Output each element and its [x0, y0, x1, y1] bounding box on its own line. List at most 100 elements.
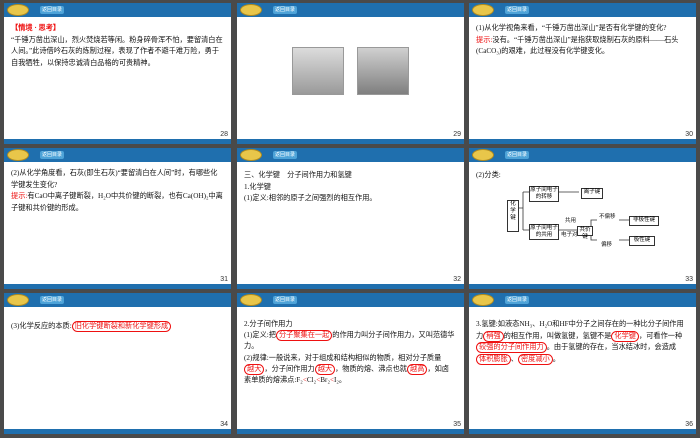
slide-29[interactable]: 返回目录 29 — [237, 3, 464, 144]
slide-text: 3.氢键:如液态NH₃、H₂O和HF中分子之间存在的一种比分子间作用力 稍强 的相互… — [476, 320, 684, 365]
section-title: 三、化学键 分子间作用力和氢键 — [244, 171, 352, 179]
answer-blank: 越大 — [244, 363, 265, 375]
rule-part: ，分子间作用力 — [264, 364, 315, 373]
back-to-contents-button[interactable]: 返回目录 — [505, 296, 529, 304]
slide-30[interactable]: 返回目录 (1)从化学视角来看，“千锤万凿出深山”是否有化学键的变化? 提示:没… — [469, 3, 696, 144]
slide-31[interactable]: 返回目录 (2)从化学角度看，石灰(即生石灰)“要留清白在人间”时，有哪些化学键… — [4, 148, 231, 289]
logo-icon — [240, 294, 262, 306]
page-number: 32 — [453, 276, 461, 283]
back-to-contents-button[interactable]: 返回目录 — [505, 6, 529, 14]
electron-pair-label: 电子对 — [561, 232, 578, 238]
page-number: 36 — [685, 421, 693, 428]
subsection-title: 1.化学键 — [244, 182, 271, 191]
slide-33[interactable]: 返回目录 (2)分类: 化学键 原子间电子的转移 离子键 原子间电子的共用 共用… — [469, 148, 696, 289]
answer-blank: 旧化学键断裂和新化学键形成 — [71, 321, 172, 332]
halogen-example: I₂。 — [334, 376, 347, 385]
back-to-contents-button[interactable]: 返回目录 — [40, 6, 64, 14]
hydrogen-bond-text: 。 — [552, 354, 560, 363]
polar-bond-box: 极性键 — [629, 236, 655, 246]
slide-footer — [469, 284, 696, 289]
polar-condition-label: 偏移 — [601, 242, 613, 248]
illustration-image — [357, 47, 409, 95]
page-number: 33 — [685, 276, 693, 283]
halogen-example: Br₂ — [320, 376, 330, 385]
page-number: 29 — [453, 131, 461, 138]
slide-footer — [4, 284, 231, 289]
rule-part: (2)规律:一般说来，对于组成和结构相似的物质，相对分子质量 — [244, 353, 442, 362]
covalent-bond-box: 共价键 — [577, 226, 593, 240]
slide-28[interactable]: 返回目录 【情境 · 思考】 “千锤万凿出深山，烈火焚烧若等闲。粉身碎骨浑不怕，… — [4, 3, 231, 144]
page-number: 35 — [453, 421, 461, 428]
answer-blank: 稍强 — [483, 330, 504, 342]
shared-label: 共用 — [565, 218, 577, 224]
slide-text: (1)从化学视角来看，“千锤万凿出深山”是否有化学键的变化? 提示:没有。“千锤… — [476, 23, 688, 58]
back-to-contents-button[interactable]: 返回目录 — [273, 151, 297, 159]
answer-blank: 分子聚集在一起 — [275, 330, 333, 342]
slide-text: 【情境 · 思考】 “千锤万凿出深山，烈火焚烧若等闲。粉身碎骨浑不怕，要留清白在… — [11, 23, 223, 69]
slide-header: 返回目录 — [237, 3, 464, 17]
slide-footer — [4, 429, 231, 434]
tip-text: 有CaO中离子键断裂，H₂O中共价键的断裂，也有Ca(OH)₂中离子键和共价键的… — [11, 192, 223, 212]
page-number: 30 — [685, 131, 693, 138]
question: (1)从化学视角来看，“千锤万凿出深山”是否有化学键的变化? — [476, 24, 667, 32]
rule-part: ，物质的熔、沸点也就 — [335, 364, 407, 373]
slide-header: 返回目录 — [237, 148, 464, 162]
answer-blank: 越高 — [407, 363, 428, 375]
definition: (1)定义:相邻的原子之间强烈的相互作用。 — [244, 194, 377, 202]
slide-36[interactable]: 返回目录 3.氢键:如液态NH₃、H₂O和HF中分子之间存在的一种比分子间作用力… — [469, 293, 696, 434]
logo-icon — [472, 294, 494, 306]
slide-header: 返回目录 — [4, 148, 231, 162]
back-to-contents-button[interactable]: 返回目录 — [40, 151, 64, 159]
slide-header: 返回目录 — [469, 293, 696, 307]
page-number: 31 — [220, 276, 228, 283]
slide-footer — [237, 429, 464, 434]
bond-diagram-lines — [519, 191, 629, 241]
nonpolar-bond-box: 非极性键 — [629, 216, 659, 226]
tip-label: 提示: — [11, 192, 28, 200]
hydrogen-bond-text: 的相互作用，叫做氢键，氢键不是 — [503, 331, 612, 340]
answer-blank: 体积膨胀 — [476, 353, 511, 365]
back-to-contents-button[interactable]: 返回目录 — [273, 6, 297, 14]
back-to-contents-button[interactable]: 返回目录 — [40, 296, 64, 304]
logo-icon — [7, 4, 29, 16]
slide-footer — [237, 284, 464, 289]
illustration-image — [292, 47, 344, 95]
slide-text: 三、化学键 分子间作用力和氢键 1.化学键 (1)定义:相邻的原子之间强烈的相互… — [244, 170, 456, 205]
tip-text: 没有。“千锤万凿出深山”是指获取烧制石灰的原料——石头(CaCO₃)的艰难，此过… — [476, 35, 679, 56]
logo-icon — [240, 149, 262, 161]
ionic-bond-box: 离子键 — [581, 188, 603, 199]
slide-text: (2)从化学角度看，石灰(即生石灰)“要留清白在人间”时，有哪些化学键发生变化?… — [11, 168, 223, 214]
slide-32[interactable]: 返回目录 三、化学键 分子间作用力和氢键 1.化学键 (1)定义:相邻的原子之间… — [237, 148, 464, 289]
slide-footer — [469, 139, 696, 144]
tip-label: 提示: — [476, 35, 493, 44]
nonpolar-condition-label: 不偏移 — [599, 214, 616, 220]
answer-blank: 化学键 — [611, 330, 639, 342]
page-number: 34 — [220, 421, 228, 428]
definition-part: (1)定义:把 — [244, 331, 276, 340]
answer-blank: 较强的分子间作用力 — [476, 342, 547, 354]
page-number: 28 — [220, 131, 228, 138]
slide-header: 返回目录 — [237, 293, 464, 307]
back-to-contents-button[interactable]: 返回目录 — [273, 296, 297, 304]
reaction-essence-label: (3)化学反应的本质: — [11, 322, 72, 330]
slide-header: 返回目录 — [469, 3, 696, 17]
slide-35[interactable]: 返回目录 2.分子间作用力 (1)定义:把 分子聚集在一起 的作用力叫分子间作用力，… — [237, 293, 464, 434]
section-title: 2.分子间作用力 — [244, 320, 293, 328]
slide-footer — [469, 429, 696, 434]
slide-text: 2.分子间作用力 (1)定义:把 分子聚集在一起 的作用力叫分子间作用力，又叫范德华… — [244, 319, 456, 386]
logo-icon — [472, 4, 494, 16]
logo-icon — [7, 149, 29, 161]
answer-blank: 密度减小 — [517, 353, 553, 365]
poem-body: “千锤万凿出深山，烈火焚烧若等闲。粉身碎骨浑不怕，要留清白在人间。”此诗借吟石灰… — [11, 35, 223, 67]
slide-footer — [4, 139, 231, 144]
answer-blank: 越大 — [314, 363, 336, 375]
halogen-example: Cl₂ — [306, 376, 317, 385]
electron-transfer-box: 原子间电子的转移 — [529, 186, 559, 202]
slide-34[interactable]: 返回目录 (3)化学反应的本质: 旧化学键断裂和新化学键形成 34 — [4, 293, 231, 434]
slide-header: 返回目录 — [4, 293, 231, 307]
logo-icon — [240, 4, 262, 16]
hydrogen-bond-text: 。由于氢键的存在，当水结冰时，会造成 — [546, 343, 677, 352]
situation-tag: 【情境 · 思考】 — [11, 24, 61, 32]
hydrogen-bond-text: ，可看作一种 — [639, 331, 683, 340]
chemical-bond-box: 化学键 — [507, 200, 519, 232]
